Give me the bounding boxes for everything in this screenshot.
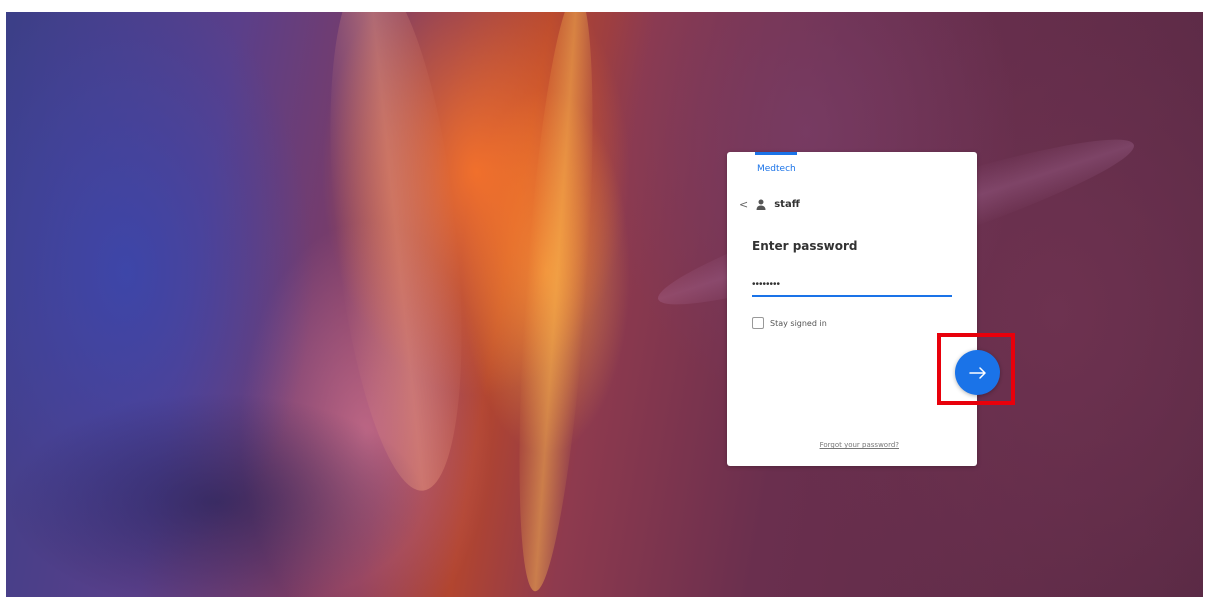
page-title: Enter password: [752, 239, 858, 253]
stay-signed-in-label: Stay signed in: [770, 318, 827, 328]
background-streak: [505, 12, 607, 594]
forgot-password-link[interactable]: Forgot your password?: [727, 441, 977, 449]
brand-tab-indicator: [755, 152, 797, 155]
stay-signed-in-row: Stay signed in: [752, 317, 827, 329]
submit-button[interactable]: [955, 350, 1000, 395]
arrow-right-icon: [968, 366, 986, 379]
brand-tab[interactable]: Medtech: [757, 164, 796, 174]
password-input[interactable]: [752, 273, 952, 297]
background-streak: [6, 392, 426, 597]
stay-signed-in-checkbox[interactable]: [752, 317, 764, 329]
account-row: < staff: [739, 198, 800, 211]
chevron-left-icon[interactable]: <: [739, 198, 748, 211]
username-label: staff: [774, 199, 800, 210]
user-icon: [756, 199, 766, 210]
background-canyon-image: [6, 12, 1203, 597]
login-card: Medtech < staff Enter password Stay sign…: [727, 152, 977, 466]
background-streak: [309, 12, 483, 497]
